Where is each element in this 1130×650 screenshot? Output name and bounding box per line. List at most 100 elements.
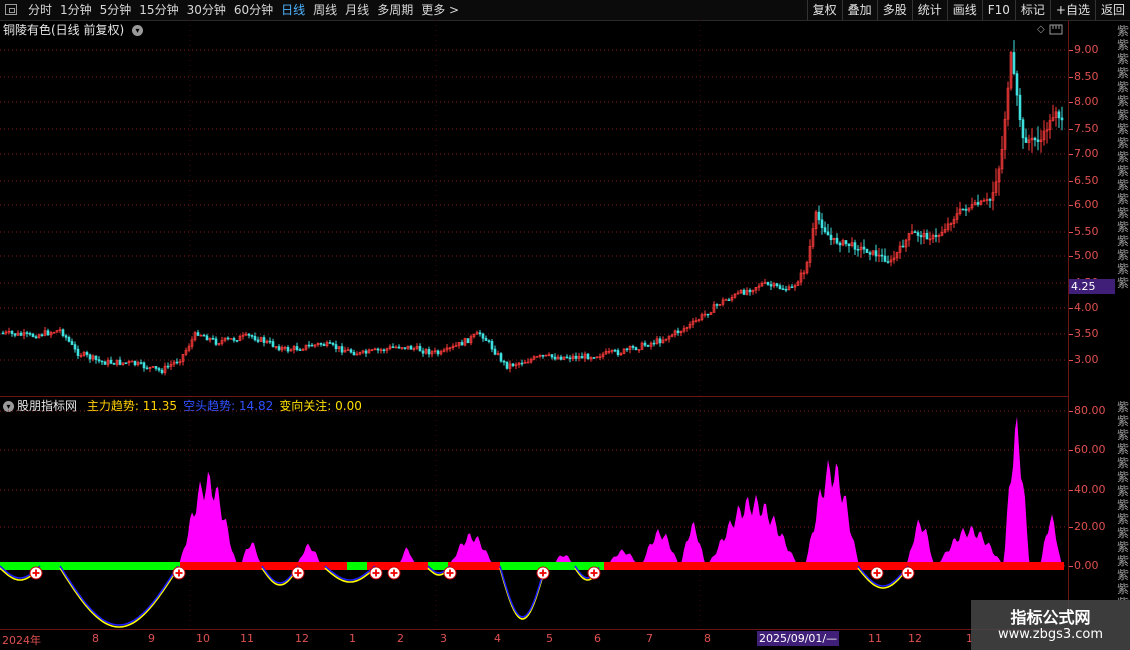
candle-body [10, 330, 14, 334]
candle-body [976, 202, 980, 205]
candle-body [901, 245, 905, 248]
candle-body [790, 286, 794, 289]
candle-body [160, 369, 164, 374]
candle-body [553, 356, 557, 360]
candle-body [376, 348, 380, 351]
candle-body [232, 338, 236, 341]
candle-body [61, 329, 65, 336]
candle-body [820, 219, 824, 228]
candle-body [256, 339, 260, 342]
candle-body [175, 361, 179, 364]
candle-body [925, 232, 929, 240]
price-axis-tick [1069, 360, 1073, 361]
x-axis-label: 6 [594, 632, 601, 645]
momentum-area [706, 494, 800, 566]
x-axis-label: 5 [546, 632, 553, 645]
right-info-strip: 紫紫紫紫紫紫紫紫紫紫紫紫紫紫紫紫紫紫紫 [1117, 24, 1130, 290]
candle-body [988, 199, 992, 201]
candle-body [166, 365, 170, 368]
price-axis-tick [1069, 256, 1073, 257]
candle-body [34, 336, 38, 339]
candle-body [1033, 137, 1037, 141]
candle-body [1021, 119, 1025, 139]
candle-body [397, 346, 401, 349]
price-axis-label: 6.50 [1074, 174, 1099, 187]
candle-body [505, 361, 509, 369]
candle-body [865, 248, 869, 253]
candle-body [460, 342, 464, 346]
candle-body [145, 367, 149, 370]
candle-body [592, 357, 596, 359]
indicator-axis-tick [1069, 490, 1073, 491]
price-axis-label: 3.50 [1074, 327, 1099, 340]
candle-body [142, 362, 146, 369]
x-axis-label: 8 [92, 632, 99, 645]
candle-body [1015, 73, 1019, 96]
x-axis-label: 10 [196, 632, 210, 645]
candle-body [916, 232, 920, 236]
candle-body [262, 337, 266, 343]
price-axis-label: 6.00 [1074, 198, 1099, 211]
candle-body [76, 348, 80, 356]
candle-body [46, 330, 50, 336]
momentum-area [804, 459, 860, 566]
candle-body [331, 342, 335, 345]
candle-body [835, 237, 839, 244]
x-axis: 2025/09/01/— 2024年 8 9 10 11 12 1 2 3 4 5 6 7 8 11 12 1 [0, 630, 1068, 650]
candle-body [478, 332, 482, 335]
x-axis-label: 4 [494, 632, 501, 645]
candle-body [934, 234, 938, 237]
price-axis-label: 8.00 [1074, 95, 1099, 108]
candle-body [88, 354, 92, 360]
candle-body [211, 337, 215, 340]
candle-body [277, 346, 281, 351]
candle-body [391, 346, 395, 349]
candle-body [139, 362, 143, 364]
candle-body [334, 344, 338, 350]
candle-body [73, 344, 77, 350]
candle-body [97, 359, 101, 362]
watermark-url: www.zbgs3.com [997, 627, 1104, 642]
candle-body [286, 347, 290, 352]
candle-body [829, 234, 833, 241]
candle-body [748, 289, 752, 293]
x-axis-label: 11 [868, 632, 882, 645]
price-axis-label: 7.00 [1074, 147, 1099, 160]
candle-body [1060, 117, 1064, 121]
candle-body [874, 250, 878, 257]
candle-body [154, 366, 158, 369]
candle-body [118, 359, 122, 365]
candle-body [307, 344, 311, 347]
candle-body [847, 243, 851, 246]
price-axis-tick [1069, 50, 1073, 51]
candle-body [124, 362, 128, 364]
candle-body [1057, 111, 1061, 119]
candle-body [484, 338, 488, 341]
candle-body [349, 349, 353, 353]
candle-body [268, 340, 272, 343]
x-axis-label: 12 [908, 632, 922, 645]
candle-body [769, 284, 773, 287]
candle-body [652, 342, 656, 345]
x-axis-label: 11 [240, 632, 254, 645]
candle-body [493, 348, 497, 355]
price-chart[interactable] [0, 0, 1130, 650]
candle-body [403, 347, 407, 349]
price-axis-label: 9.00 [1074, 43, 1099, 56]
candle-body [109, 359, 113, 364]
candle-body [130, 360, 134, 363]
candle-body [322, 344, 326, 347]
price-axis-label: 3.00 [1074, 353, 1099, 366]
candle-body [364, 350, 368, 354]
candle-body [568, 357, 572, 360]
candle-body [253, 336, 257, 341]
candle-body [196, 332, 200, 336]
candle-body [94, 355, 98, 360]
candle-body [646, 344, 650, 347]
candle-body [502, 360, 506, 363]
panel-divider [0, 396, 1068, 397]
candle-body [919, 235, 923, 238]
candle-body [64, 335, 68, 338]
candle-body [775, 283, 779, 286]
candle-body [511, 363, 515, 367]
